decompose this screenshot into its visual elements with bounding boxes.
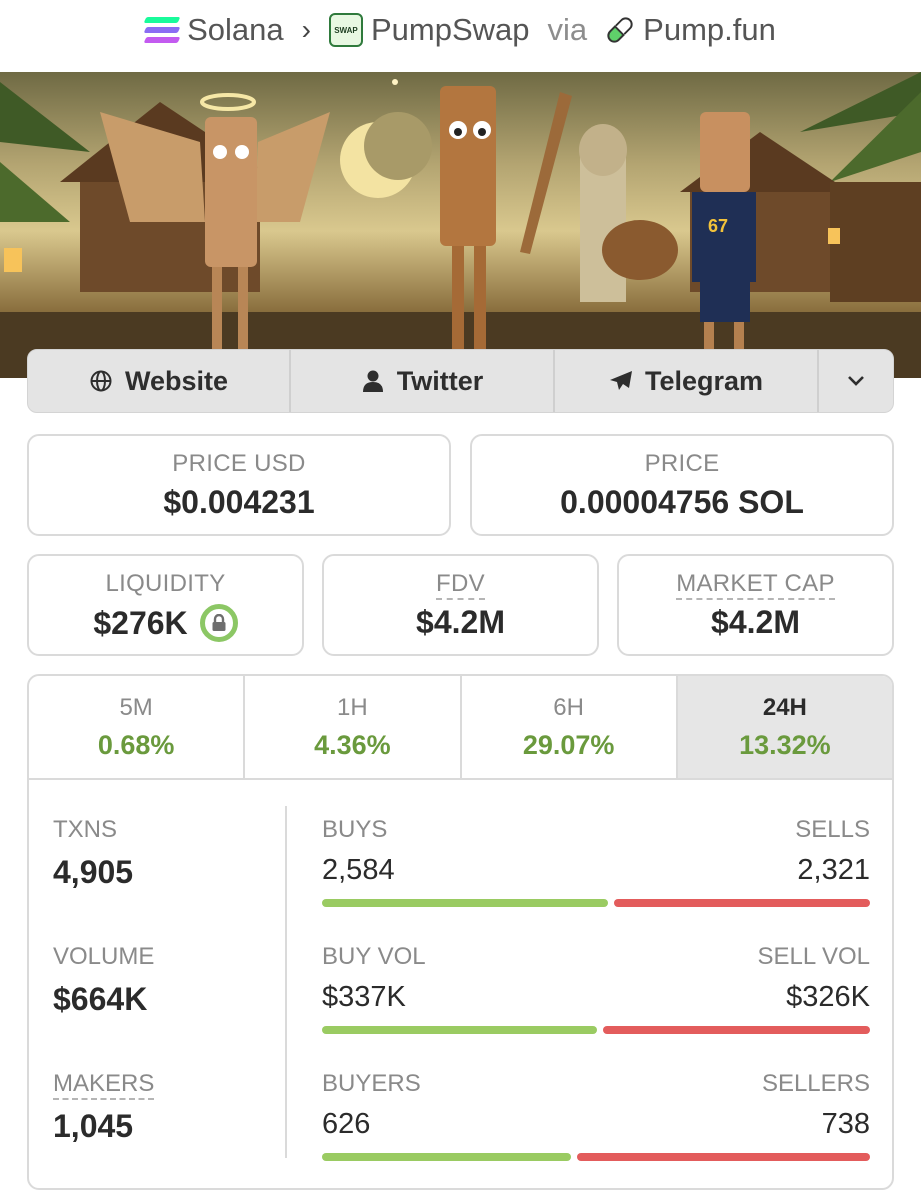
txns-stat: TXNS 4,905 (53, 816, 283, 943)
buyers-label: BUYERS (322, 1070, 421, 1097)
chevron-right-icon: › (301, 14, 311, 45)
makers-label[interactable]: MAKERS (53, 1070, 155, 1100)
makers-value: 1,045 (53, 1108, 134, 1144)
tab-1h[interactable]: 1H 4.36% (245, 676, 462, 778)
dex-crumb[interactable]: SWAP PumpSwap (328, 12, 530, 48)
tab-change: 29.07% (522, 730, 615, 760)
liquidity-value: $276K (93, 604, 188, 641)
buys-label: BUYS (322, 816, 388, 843)
twitter-button[interactable]: Twitter (291, 350, 555, 412)
txns-label: TXNS (53, 816, 118, 843)
buys-bar (322, 899, 608, 907)
buyers-ratio-bar (322, 1153, 870, 1161)
solana-logo-icon (143, 17, 181, 43)
price-usd-card: PRICE USD $0.004231 (27, 434, 451, 536)
fdv-value: $4.2M (416, 604, 505, 640)
buys-sells-ratio-bar (322, 899, 870, 907)
price-native-card: PRICE 0.00004756 SOL (470, 434, 894, 536)
sells-value: 2,321 (797, 854, 870, 886)
launchpad-crumb[interactable]: Pump.fun (604, 12, 776, 48)
tab-6h[interactable]: 6H 29.07% (462, 676, 678, 778)
volume-split-row: BUY VOL SELL VOL $337K $326K (322, 943, 870, 1070)
tab-change: 4.36% (314, 730, 391, 760)
liquidity-card: LIQUIDITY $276K (27, 554, 304, 656)
buyers-sellers-row: BUYERS SELLERS 626 738 (322, 1070, 870, 1188)
price-native-value: 0.00004756 SOL (560, 484, 804, 520)
trading-activity-panel: 5M 0.68% 1H 4.36% 6H 29.07% 24H 13.32% T… (27, 674, 894, 1190)
sell-vol-label: SELL VOL (757, 943, 870, 970)
market-cap-card: MARKET CAP $4.2M (617, 554, 894, 656)
column-divider (285, 806, 287, 1158)
buys-sells-row: BUYS SELLS 2,584 2,321 (322, 816, 870, 943)
fdv-label[interactable]: FDV (436, 570, 485, 600)
buyers-bar (322, 1153, 571, 1161)
buys-value: 2,584 (322, 854, 395, 886)
website-button[interactable]: Website (28, 350, 291, 412)
price-native-label: PRICE (644, 450, 720, 477)
buy-vol-value: $337K (322, 981, 406, 1013)
sells-label: SELLS (795, 816, 870, 843)
market-cap-label[interactable]: MARKET CAP (676, 570, 835, 600)
price-usd-label: PRICE USD (172, 450, 306, 477)
banner-illustration: 67 (0, 72, 921, 378)
tab-24h[interactable]: 24H 13.32% (677, 676, 892, 778)
svg-text:67: 67 (708, 216, 728, 236)
buy-vol-label: BUY VOL (322, 943, 426, 970)
tab-label: 24H (762, 694, 807, 721)
telegram-label: Telegram (644, 365, 764, 396)
pumpswap-logo-icon: SWAP (328, 13, 363, 47)
price-usd-value: $0.004231 (163, 484, 315, 520)
liquidity-label: LIQUIDITY (105, 570, 226, 597)
buy-vol-bar (322, 1026, 597, 1034)
volume-stat: VOLUME $664K (53, 943, 283, 1070)
tab-5m[interactable]: 5M 0.68% (29, 676, 246, 778)
chevron-down-icon (844, 369, 868, 393)
sell-vol-bar (603, 1026, 870, 1034)
tab-change: 13.32% (739, 730, 831, 760)
tab-change: 0.68% (97, 730, 175, 760)
paper-plane-icon (609, 369, 633, 393)
timeframe-tabs: 5M 0.68% 1H 4.36% 6H 29.07% 24H 13.32% (29, 676, 892, 780)
pill-icon (599, 9, 641, 51)
lock-icon[interactable] (199, 604, 238, 642)
tab-label: 5M (119, 694, 153, 721)
volume-value: $664K (53, 981, 148, 1017)
breadcrumb: Solana › SWAP PumpSwap via Pump.fun (0, 0, 921, 60)
sellers-value: 738 (821, 1108, 870, 1140)
market-cap-value: $4.2M (711, 604, 800, 640)
more-socials-dropdown[interactable] (819, 350, 893, 412)
twitter-label: Twitter (396, 365, 484, 396)
tab-label: 6H (553, 694, 584, 721)
dex-name: PumpSwap (370, 12, 530, 47)
activity-totals: TXNS 4,905 VOLUME $664K MAKERS 1,045 (53, 816, 283, 1188)
chain-name: Solana (187, 12, 284, 47)
social-links-bar: Website Twitter Telegram (27, 349, 894, 413)
volume-ratio-bar (322, 1026, 870, 1034)
volume-label: VOLUME (53, 943, 155, 970)
globe-icon (89, 369, 113, 393)
makers-stat: MAKERS 1,045 (53, 1070, 283, 1188)
sell-vol-value: $326K (786, 981, 870, 1013)
txns-value: 4,905 (53, 854, 134, 890)
tab-label: 1H (337, 694, 368, 721)
user-icon (361, 369, 385, 393)
launchpad-name: Pump.fun (643, 12, 776, 47)
sellers-label: SELLERS (761, 1070, 870, 1097)
buy-sell-breakdown: BUYS SELLS 2,584 2,321 BUY VOL SELL VOL … (322, 816, 870, 1188)
website-label: Website (124, 365, 229, 396)
token-banner-image: 67 (0, 72, 921, 378)
chain-crumb[interactable]: Solana (143, 12, 284, 48)
sellers-bar (577, 1153, 870, 1161)
fdv-card: FDV $4.2M (322, 554, 599, 656)
buyers-value: 626 (322, 1108, 371, 1140)
sells-bar (614, 899, 870, 907)
via-label: via (547, 12, 588, 47)
telegram-button[interactable]: Telegram (555, 350, 819, 412)
